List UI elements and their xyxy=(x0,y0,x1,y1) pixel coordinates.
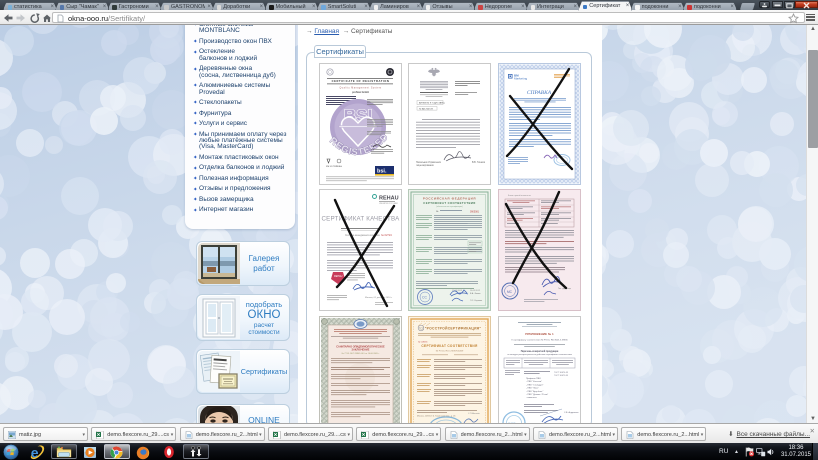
svg-text:№ 02724: № 02724 xyxy=(381,233,392,237)
svg-text:16.05.2012: 16.05.2012 xyxy=(470,290,481,292)
svg-text:Marketing: Marketing xyxy=(514,77,528,81)
svg-text:proNow GmbH: proNow GmbH xyxy=(352,91,369,94)
svg-text:ГОСТ 30673-99: ГОСТ 30673-99 xyxy=(554,375,569,377)
svg-text:Л.С. Карпова: Л.С. Карпова xyxy=(470,300,483,302)
svg-text:ПРИЛОЖЕНИЕ № 1: ПРИЛОЖЕНИЕ № 1 xyxy=(525,332,554,336)
svg-text:СС: СС xyxy=(422,296,428,300)
svg-text:UKAS: UKAS xyxy=(336,165,342,168)
svg-text:лицензирования: лицензирования xyxy=(416,165,434,167)
svg-text:Бланк строгой отчетности: Бланк строгой отчетности xyxy=(508,194,531,197)
svg-text:С.П.Мигачёв: С.П.Мигачёв xyxy=(468,413,480,415)
svg-text:ГСС: ГСС xyxy=(419,326,424,330)
svg-text:(обязательная сертификация): (обязательная сертификация) xyxy=(436,205,463,208)
svg-text:на которую распространяется де: на которую распространяется действие сер… xyxy=(507,353,572,356)
svg-text:СЕРТИФИКАТ СООТВЕТСТВИЯ: СЕРТИФИКАТ СООТВЕТСТВИЯ xyxy=(423,201,475,205)
svg-text:- ПВХ "Делюкс 70 мм": - ПВХ "Делюкс 70 мм" xyxy=(526,394,548,396)
svg-text:- ПВХ "Классик": - ПВХ "Классик" xyxy=(526,381,542,383)
svg-text:В.В. Тишков: В.В. Тишков xyxy=(472,162,486,164)
svg-text:ГОСТ 30674-99: ГОСТ 30674-99 xyxy=(554,372,569,374)
svg-text:СПРАВКА: СПРАВКА xyxy=(526,90,551,96)
svg-text:АНПБ/К№ 9 П ДИСТАНЦ: АНПБ/К№ 9 П ДИСТАНЦ xyxy=(419,102,445,105)
svg-text:Перечень конкретной продукции: Перечень конкретной продукции xyxy=(520,350,558,353)
svg-text:МС: МС xyxy=(507,290,513,294)
svg-text:С.В. Андрюшин: С.В. Андрюшин xyxy=(564,411,579,414)
svg-text:Профили ПВХ:: Профили ПВХ: xyxy=(526,377,542,380)
svg-text:REHAU: REHAU xyxy=(379,196,399,202)
svg-text:К сертификату соответствия № Р: К сертификату соответствия № РОСС RU.900… xyxy=(511,338,568,341)
svg-text:ЗАКЛЮЧЕНИЕ: ЗАКЛЮЧЕНИЕ xyxy=(351,348,369,351)
svg-text:- ПВХ "Стандарт": - ПВХ "Стандарт" xyxy=(526,384,544,386)
svg-text:СЕРТИФИКАТ СООТВЕТСТВИЯ: СЕРТИФИКАТ СООТВЕТСТВИЯ xyxy=(421,344,478,348)
svg-text:Начальник Управления: Начальник Управления xyxy=(416,162,442,164)
svg-text:bsi.: bsi. xyxy=(377,169,387,175)
svg-text:№ РОСС RU.СП09.Н00459: № РОСС RU.СП09.Н00459 xyxy=(436,349,464,352)
svg-text:- комплект: - комплект xyxy=(526,397,537,399)
svg-text:Москва, 01 декабря 2010 г.: Москва, 01 декабря 2010 г. xyxy=(365,297,393,299)
svg-text:CERTIFICATE OF REGISTRATION: CERTIFICATE OF REGISTRATION xyxy=(331,79,389,83)
svg-text:Quality Management System: Quality Management System xyxy=(339,86,381,89)
svg-text:“РОССТРОЙСЕРТИФИКАЦИЯ”: “РОССТРОЙСЕРТИФИКАЦИЯ” xyxy=(425,326,482,330)
svg-text:UNLIMITED POLYMER: UNLIMITED POLYMER xyxy=(379,203,399,205)
svg-text:В.А. Фомин: В.А. Фомин xyxy=(470,292,481,295)
svg-text:№ 77.01.16.П.28841.06.9 от 16.: № 77.01.16.П.28841.06.9 от 16.06.2009 г. xyxy=(341,352,379,355)
svg-text:РОССИЙСКАЯ ФЕДЕРАЦИЯ: РОССИЙСКАЯ ФЕДЕРАЦИЯ xyxy=(423,197,476,201)
svg-text:№ АВ 264728: № АВ 264728 xyxy=(419,107,434,110)
svg-text:- ПВХ "Брусбокс": - ПВХ "Брусбокс" xyxy=(526,390,543,392)
svg-text:0905081: 0905081 xyxy=(470,212,480,214)
svg-text:- ПВХ "Люкс": - ПВХ "Люкс" xyxy=(526,387,539,389)
svg-text:REHAU: REHAU xyxy=(334,275,343,278)
